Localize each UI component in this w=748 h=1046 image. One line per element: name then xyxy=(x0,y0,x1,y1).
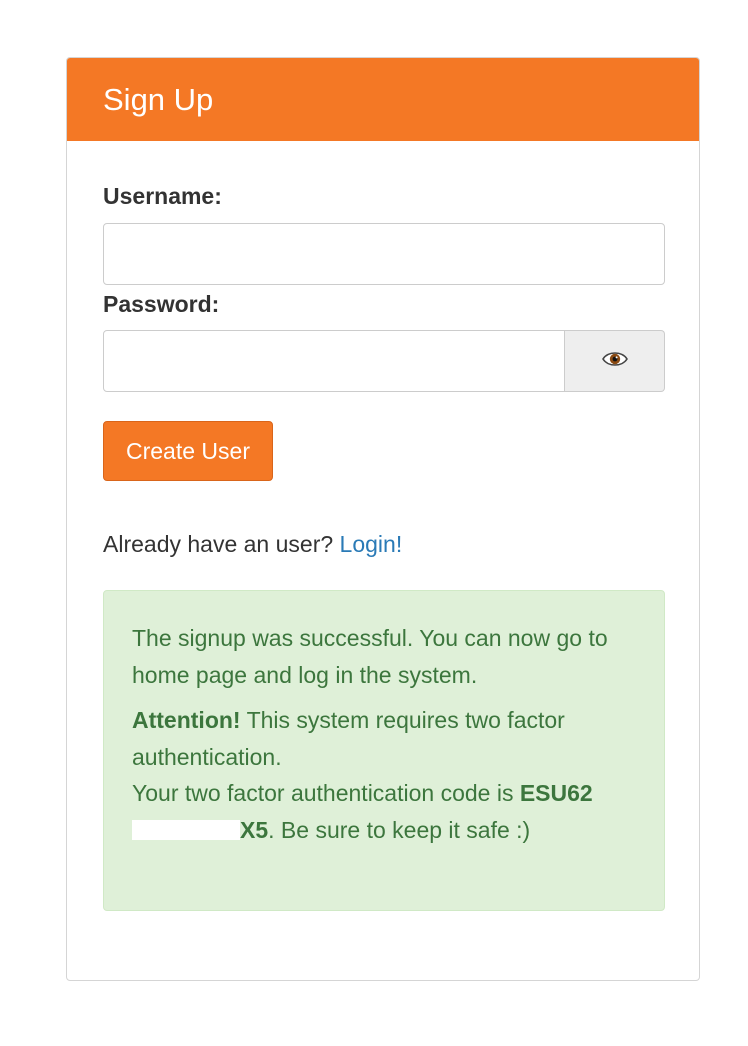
create-user-button[interactable]: Create User xyxy=(103,421,273,481)
redacted-code-segment xyxy=(132,819,240,840)
code-prefix: ESU62 xyxy=(519,780,593,806)
panel-header: Sign Up xyxy=(67,58,699,141)
username-input[interactable] xyxy=(103,223,665,285)
code-suffix: X5 xyxy=(240,816,269,843)
signup-panel: Sign Up Username: Password: Create User xyxy=(66,57,700,981)
toggle-password-visibility-button[interactable] xyxy=(565,330,665,392)
code-intro: Your two factor authentication code is xyxy=(132,780,514,806)
username-label: Username: xyxy=(103,183,222,209)
login-prompt-text: Already have an user? xyxy=(103,531,334,557)
password-input[interactable] xyxy=(103,330,565,392)
code-outro: . Be sure to keep it safe :) xyxy=(268,816,531,843)
page-title: Sign Up xyxy=(103,81,214,117)
success-alert: The signup was successful. You can now g… xyxy=(103,590,665,911)
password-input-group xyxy=(103,330,665,392)
login-prompt: Already have an user? Login! xyxy=(103,531,402,558)
attention-label: Attention! xyxy=(132,707,241,733)
two-factor-notice: Attention! This system requires two fact… xyxy=(132,702,636,848)
success-message: The signup was successful. You can now g… xyxy=(132,625,608,688)
login-link[interactable]: Login! xyxy=(340,531,403,557)
password-label: Password: xyxy=(103,291,220,317)
eye-icon xyxy=(601,349,628,374)
